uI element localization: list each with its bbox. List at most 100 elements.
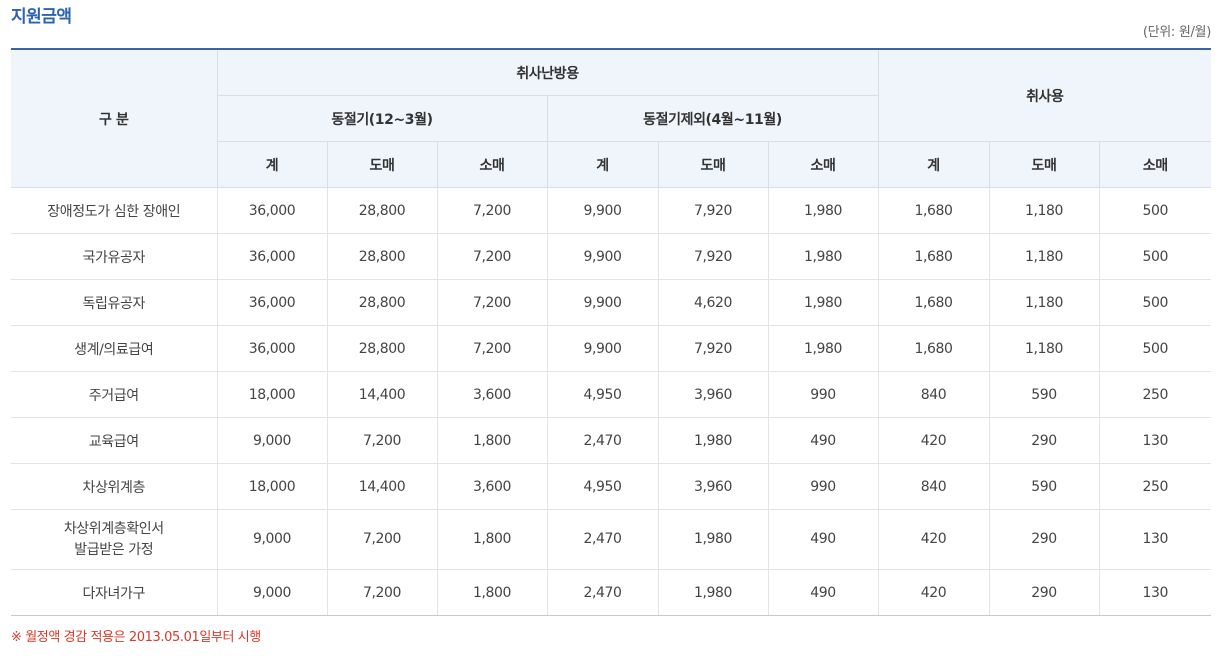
table-header: 구 분 취사난방용 취사용 동절기(12~3월) 동절기제외(4월~11월) 계… (11, 48, 1212, 188)
header-sub-retail: 소매 (767, 141, 879, 188)
table-row: 차상위계층확인서 발급받은 가정 9,000 7,200 1,800 2,470 1,980… (11, 509, 1212, 570)
value-cell: 7,200 (436, 279, 547, 326)
value-cell: 7,200 (326, 569, 437, 616)
value-cell: 1,680 (877, 233, 990, 280)
table-row: 생계/의료급여 36,000 28,800 7,200 9,900 7,920 1,980 1… (11, 325, 1212, 372)
row-category-line: 독립유공자 (82, 295, 146, 312)
value-cell: 14,400 (326, 463, 437, 510)
value-cell: 1,980 (767, 233, 879, 280)
value-cell: 18,000 (216, 371, 327, 418)
row-category: 국가유공자 (11, 233, 217, 280)
value-cell: 1,980 (657, 569, 768, 616)
value-cell: 590 (988, 463, 1100, 510)
value-cell: 290 (988, 509, 1100, 570)
header-sub-total: 계 (546, 141, 658, 188)
value-cell: 3,960 (657, 371, 768, 418)
value-cell: 3,600 (436, 463, 547, 510)
value-cell: 590 (988, 371, 1100, 418)
value-cell: 420 (877, 417, 990, 464)
value-cell: 7,200 (436, 233, 547, 280)
row-category: 차상위계층확인서 발급받은 가정 (11, 509, 217, 570)
value-cell: 1,980 (767, 279, 879, 326)
value-cell: 7,200 (436, 325, 547, 372)
value-cell: 1,680 (877, 187, 990, 234)
value-cell: 36,000 (216, 325, 327, 372)
header-sub-wholesale: 도매 (988, 141, 1100, 188)
value-cell: 7,200 (326, 417, 437, 464)
value-cell: 4,950 (546, 371, 658, 418)
value-cell: 490 (767, 417, 879, 464)
unit-label: (단위: 원/월) (1142, 25, 1211, 40)
value-cell: 9,000 (216, 569, 327, 616)
value-cell: 1,980 (657, 509, 768, 570)
value-cell: 1,180 (988, 325, 1100, 372)
header-non-winter: 동절기제외(4월~11월) (546, 95, 879, 142)
value-cell: 990 (767, 371, 879, 418)
value-cell: 28,800 (326, 325, 437, 372)
value-cell: 130 (1098, 569, 1212, 616)
value-cell: 420 (877, 509, 990, 570)
row-category-line: 국가유공자 (82, 249, 146, 266)
value-cell: 3,960 (657, 463, 768, 510)
value-cell: 7,920 (657, 187, 768, 234)
row-category: 독립유공자 (11, 279, 217, 326)
value-cell: 130 (1098, 417, 1212, 464)
value-cell: 7,920 (657, 325, 768, 372)
value-cell: 1,680 (877, 325, 990, 372)
row-category-line: 차상위계층 (82, 479, 146, 496)
table-row: 독립유공자 36,000 28,800 7,200 9,900 4,620 1,980 1,6… (11, 279, 1212, 326)
table-body: 장애정도가 심한 장애인 36,000 28,800 7,200 9,900 7,920 1… (11, 187, 1212, 616)
value-cell: 1,980 (657, 417, 768, 464)
row-category: 주거급여 (11, 371, 217, 418)
value-cell: 500 (1098, 187, 1212, 234)
header-sub-retail: 소매 (436, 141, 547, 188)
value-cell: 28,800 (326, 233, 437, 280)
row-category-line: 장애정도가 심한 장애인 (47, 203, 181, 220)
support-amount-table: 구 분 취사난방용 취사용 동절기(12~3월) 동절기제외(4월~11월) 계… (11, 48, 1212, 616)
table-row: 교육급여 9,000 7,200 1,800 2,470 1,980 490 420 290 13… (11, 417, 1212, 464)
value-cell: 7,200 (436, 187, 547, 234)
value-cell: 1,980 (767, 187, 879, 234)
value-cell: 490 (767, 569, 879, 616)
value-cell: 28,800 (326, 279, 437, 326)
value-cell: 500 (1098, 279, 1212, 326)
value-cell: 14,400 (326, 371, 437, 418)
value-cell: 250 (1098, 463, 1212, 510)
value-cell: 2,470 (546, 569, 658, 616)
row-category: 생계/의료급여 (11, 325, 217, 372)
header-sub-total: 계 (216, 141, 327, 188)
value-cell: 1,800 (436, 509, 547, 570)
value-cell: 290 (988, 569, 1100, 616)
table-row: 주거급여 18,000 14,400 3,600 4,950 3,960 990 840 590… (11, 371, 1212, 418)
value-cell: 840 (877, 463, 990, 510)
header-sub-wholesale: 도매 (326, 141, 437, 188)
value-cell: 18,000 (216, 463, 327, 510)
value-cell: 420 (877, 569, 990, 616)
value-cell: 840 (877, 371, 990, 418)
value-cell: 130 (1098, 509, 1212, 570)
header-sub-retail: 소매 (1098, 141, 1212, 188)
value-cell: 36,000 (216, 187, 327, 234)
value-cell: 250 (1098, 371, 1212, 418)
value-cell: 36,000 (216, 279, 327, 326)
row-category-line: 발급받은 가정 (74, 541, 154, 558)
value-cell: 1,180 (988, 233, 1100, 280)
value-cell: 7,200 (326, 509, 437, 570)
value-cell: 9,900 (546, 325, 658, 372)
value-cell: 1,800 (436, 569, 547, 616)
value-cell: 9,000 (216, 509, 327, 570)
header-category: 구 분 (11, 48, 217, 188)
value-cell: 1,180 (988, 279, 1100, 326)
value-cell: 290 (988, 417, 1100, 464)
value-cell: 2,470 (546, 509, 658, 570)
table-row: 장애정도가 심한 장애인 36,000 28,800 7,200 9,900 7,920 1… (11, 187, 1212, 234)
value-cell: 500 (1098, 325, 1212, 372)
row-category: 교육급여 (11, 417, 217, 464)
value-cell: 490 (767, 509, 879, 570)
header-sub-wholesale: 도매 (657, 141, 768, 188)
value-cell: 1,180 (988, 187, 1100, 234)
header-cooking: 취사용 (877, 48, 1212, 142)
row-category-line: 주거급여 (88, 387, 139, 404)
value-cell: 9,900 (546, 233, 658, 280)
table-row: 차상위계층 18,000 14,400 3,600 4,950 3,960 990 840 59… (11, 463, 1212, 510)
